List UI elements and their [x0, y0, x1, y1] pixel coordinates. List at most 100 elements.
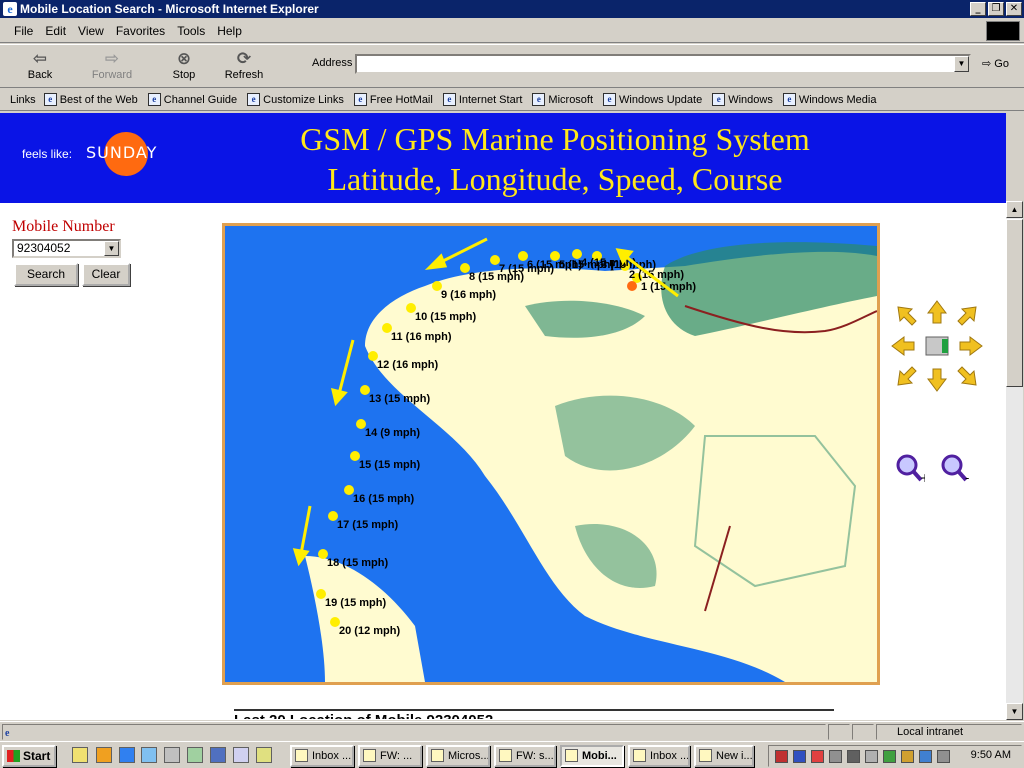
menu-edit[interactable]: Edit — [39, 24, 72, 38]
track-point-label: 16 (15 mph) — [353, 493, 414, 505]
forward-button[interactable]: ⇨ Forward — [84, 49, 140, 81]
pan-down-left-icon[interactable] — [897, 366, 917, 386]
tray-icon[interactable] — [937, 750, 950, 763]
quicklaunch-icon[interactable] — [187, 747, 203, 763]
tray-icon[interactable] — [883, 750, 896, 763]
track-point-label: 9 (16 mph) — [441, 289, 496, 301]
address-label: Address — [312, 57, 353, 69]
track-point-label: 15 (15 mph) — [359, 459, 420, 471]
address-input[interactable]: ▼ — [355, 54, 971, 74]
refresh-icon: ⟳ — [236, 49, 252, 69]
vertical-scrollbar[interactable]: ▲ ▼ — [1006, 201, 1023, 720]
address-dropdown-icon[interactable]: ▼ — [954, 56, 969, 72]
quicklaunch-icon[interactable] — [210, 747, 226, 763]
close-button[interactable]: ✕ — [1006, 2, 1022, 16]
tray-icon[interactable] — [847, 750, 860, 763]
arrow-head — [330, 387, 348, 407]
link-internet-start[interactable]: e Internet Start — [441, 93, 525, 106]
task-inbox-1[interactable]: Inbox ... — [290, 745, 354, 767]
ie-window: e Mobile Location Search - Microsoft Int… — [0, 0, 1024, 768]
pan-control[interactable] — [890, 299, 984, 393]
tray-icon[interactable] — [829, 750, 842, 763]
task-microsoft[interactable]: Micros... — [426, 745, 490, 767]
tray-icon[interactable] — [919, 750, 932, 763]
start-button[interactable]: Start — [2, 745, 56, 767]
tray-icon[interactable] — [793, 750, 806, 763]
links-bar: Links e Best of the Web e Channel Guide eC… — [0, 89, 1024, 111]
scroll-up-icon[interactable]: ▲ — [1006, 201, 1023, 218]
task-fw-2[interactable]: FW: s... — [494, 745, 556, 767]
ie-page-icon: e — [43, 93, 57, 106]
track-point-label: 10 (15 mph) — [415, 311, 476, 323]
quicklaunch-icon[interactable] — [141, 747, 157, 763]
pan-down-icon[interactable] — [927, 368, 947, 392]
app-icon — [431, 749, 444, 762]
ie-logo-icon: e — [3, 2, 17, 16]
tray-icon[interactable] — [811, 750, 824, 763]
menu-favorites[interactable]: Favorites — [110, 24, 171, 38]
quicklaunch-icon[interactable] — [119, 747, 135, 763]
pan-right-icon[interactable] — [959, 336, 983, 356]
zoom-in-button[interactable]: + — [895, 453, 925, 483]
go-button[interactable]: ⇨ Go — [982, 57, 1009, 70]
tray-icon[interactable] — [865, 750, 878, 763]
refresh-button[interactable]: ⟳ Refresh — [216, 49, 272, 81]
page-title: GSM / GPS Marine Positioning System Lati… — [200, 119, 910, 199]
ie-page-icon: e — [603, 93, 617, 106]
tray-icon[interactable] — [775, 750, 788, 763]
link-customize-links[interactable]: e Customize Links — [245, 93, 346, 106]
tray-icon[interactable] — [901, 750, 914, 763]
task-inbox-2[interactable]: Inbox ... — [628, 745, 690, 767]
chevron-down-icon[interactable]: ▼ — [104, 241, 119, 256]
menu-view[interactable]: View — [72, 24, 110, 38]
minimize-button[interactable]: _ — [970, 2, 986, 16]
link-windows-update[interactable]: e Windows Update — [601, 93, 704, 106]
quicklaunch-icon[interactable] — [256, 747, 272, 763]
quicklaunch-icon[interactable] — [164, 747, 180, 763]
task-mobile-location[interactable]: Mobi... — [560, 745, 624, 767]
status-text: e — [2, 724, 826, 740]
mobile-number-select[interactable]: 92304052 ▼ — [12, 239, 121, 258]
track-point-label: 20 (12 mph) — [339, 625, 400, 637]
pan-up-icon[interactable] — [927, 300, 947, 324]
windows-logo-icon — [986, 21, 1020, 41]
task-new-item[interactable]: New i... — [694, 745, 754, 767]
land-island — [305, 556, 425, 682]
sunday-logo: SUNDAY — [86, 143, 158, 162]
menu-help[interactable]: Help — [211, 24, 248, 38]
menu-file[interactable]: File — [8, 24, 39, 38]
pan-up-right-icon[interactable] — [957, 306, 977, 326]
pan-down-right-icon[interactable] — [957, 366, 977, 386]
task-fw-1[interactable]: FW: ... — [358, 745, 422, 767]
link-windows-media[interactable]: e Windows Media — [781, 93, 879, 106]
link-free-hotmail[interactable]: e Free HotMail — [352, 93, 435, 106]
pan-up-left-icon[interactable] — [897, 306, 917, 326]
pan-left-icon[interactable] — [891, 336, 915, 356]
link-channel-guide[interactable]: e Channel Guide — [146, 93, 239, 106]
scroll-down-icon[interactable]: ▼ — [1006, 703, 1023, 720]
windows-flag-icon — [7, 750, 20, 762]
quicklaunch-icon[interactable] — [72, 747, 88, 763]
ie-page-icon: e — [712, 93, 726, 106]
link-best-of-web[interactable]: e Best of the Web — [42, 93, 140, 106]
clear-button[interactable]: Clear — [82, 263, 130, 286]
status-pane — [852, 724, 874, 740]
stop-icon: ⊗ — [176, 49, 192, 69]
zoom-out-button[interactable]: - — [940, 453, 970, 483]
stop-button[interactable]: ⊗ Stop — [156, 49, 212, 81]
link-microsoft[interactable]: e Microsoft — [530, 93, 595, 106]
quicklaunch-icon[interactable] — [96, 747, 112, 763]
menu-tools[interactable]: Tools — [171, 24, 211, 38]
map-view[interactable]: 1 (15 mph) 2 (15 mph) 3 (15 mph) 4 (15 mph)… — [222, 223, 880, 685]
map-graphic: 1 (15 mph)2 (15 mph)3 (15 mph)4 (15 mph)… — [292, 237, 877, 682]
links-label: Links — [10, 93, 36, 106]
scroll-thumb[interactable] — [1006, 219, 1023, 387]
search-button[interactable]: Search — [14, 263, 78, 286]
track-point-label: 13 (15 mph) — [369, 393, 430, 405]
back-button[interactable]: ⇦ Back — [12, 49, 68, 81]
mail-icon — [363, 749, 376, 762]
quicklaunch-icon[interactable] — [233, 747, 249, 763]
link-windows[interactable]: e Windows — [710, 93, 775, 106]
clock: 9:50 AM — [970, 749, 1011, 761]
restore-button[interactable]: ❐ — [988, 2, 1004, 16]
